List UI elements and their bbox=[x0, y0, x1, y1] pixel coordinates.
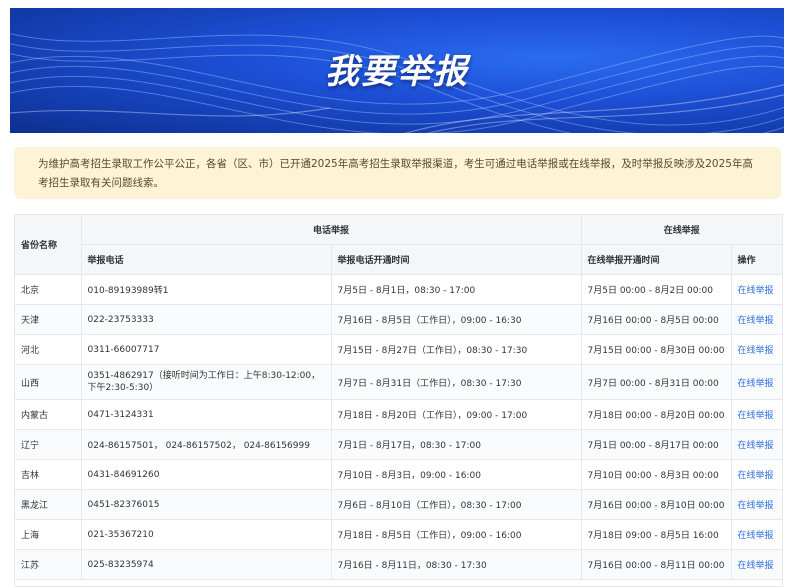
header-online-time: 在线举报开通时间 bbox=[581, 244, 732, 275]
online-report-link[interactable]: 在线举报 bbox=[738, 316, 774, 326]
cell-online-time: 7月18日 00:00 - 8月20日 00:00 bbox=[581, 399, 732, 430]
cell-phone: 024-86157501， 024-86157502， 024-86156999 bbox=[81, 429, 332, 460]
online-report-link[interactable]: 在线举报 bbox=[738, 346, 774, 356]
cell-province: 天津 bbox=[15, 304, 82, 335]
cell-phone-time: 7月18日 - 8月5日（工作日），09:00 - 16:00 bbox=[331, 519, 582, 550]
table-row: 黑龙江 0451-82376015 7月6日 - 8月10日（工作日），08:3… bbox=[15, 489, 782, 520]
header-online-group: 在线举报 bbox=[581, 215, 782, 245]
online-report-link[interactable]: 在线举报 bbox=[738, 531, 774, 541]
online-report-link[interactable]: 在线举报 bbox=[738, 411, 774, 421]
online-report-link[interactable]: 在线举报 bbox=[738, 441, 774, 451]
banner-title: 我要举报 bbox=[325, 52, 469, 92]
cell-online-time: 7月7日 00:00 - 8月31日 00:00 bbox=[581, 364, 732, 400]
cell-phone: 025-83235974 bbox=[81, 549, 332, 580]
cell-phone-time: 7月10日 - 8月3日，09:00 - 16:00 bbox=[331, 459, 582, 490]
cell-phone: 010-89193989转1 bbox=[81, 274, 332, 305]
report-table: 省份名称 电话举报 在线举报 举报电话 举报电话开通时间 在线举报开通时间 操作… bbox=[15, 215, 782, 580]
cell-online-time: 7月1日 00:00 - 8月17日 00:00 bbox=[581, 429, 732, 460]
cell-phone: 0311-66007717 bbox=[81, 334, 332, 365]
cell-phone: 021-35367210 bbox=[81, 519, 332, 550]
cell-phone: 0451-82376015 bbox=[81, 489, 332, 520]
cell-province: 辽宁 bbox=[15, 429, 82, 460]
online-report-link[interactable]: 在线举报 bbox=[738, 471, 774, 481]
table-subheader-row: 举报电话 举报电话开通时间 在线举报开通时间 操作 bbox=[15, 244, 782, 275]
cell-phone-time: 7月1日 - 8月17日，08:30 - 17:00 bbox=[331, 429, 582, 460]
header-phone-group: 电话举报 bbox=[81, 215, 582, 245]
cell-phone: 0351-4862917（接听时间为工作日：上午8:30-12:00，下午2:3… bbox=[81, 364, 332, 400]
cell-province: 黑龙江 bbox=[15, 489, 82, 520]
cell-online-time: 7月16日 00:00 - 8月11日 00:00 bbox=[581, 549, 732, 580]
table-row: 北京 010-89193989转1 7月5日 - 8月1日，08:30 - 17… bbox=[15, 274, 782, 305]
cell-phone-time: 7月5日 - 8月1日，08:30 - 17:00 bbox=[331, 274, 582, 305]
cell-phone: 0431-84691260 bbox=[81, 459, 332, 490]
table-header-row: 省份名称 电话举报 在线举报 bbox=[15, 215, 782, 275]
online-report-link[interactable]: 在线举报 bbox=[738, 501, 774, 511]
header-action: 操作 bbox=[731, 244, 782, 275]
cell-province: 山西 bbox=[15, 364, 82, 400]
table-row: 上海 021-35367210 7月18日 - 8月5日（工作日），09:00 … bbox=[15, 519, 782, 550]
table-row: 辽宁 024-86157501， 024-86157502， 024-86156… bbox=[15, 429, 782, 460]
online-report-link[interactable]: 在线举报 bbox=[738, 561, 774, 571]
cell-phone-time: 7月7日 - 8月31日（工作日），08:30 - 17:30 bbox=[331, 364, 582, 400]
banner: 我要举报 bbox=[10, 8, 784, 133]
cell-phone-time: 7月16日 - 8月11日，08:30 - 17:30 bbox=[331, 549, 582, 580]
cell-phone: 022-23753333 bbox=[81, 304, 332, 335]
table-row: 天津 022-23753333 7月16日 - 8月5日（工作日），09:00 … bbox=[15, 304, 782, 335]
cell-phone-time: 7月15日 - 8月27日（工作日），08:30 - 17:30 bbox=[331, 334, 582, 365]
header-phone: 举报电话 bbox=[81, 244, 332, 275]
cell-phone: 0471-3124331 bbox=[81, 399, 332, 430]
report-table-container[interactable]: 省份名称 电话举报 在线举报 举报电话 举报电话开通时间 在线举报开通时间 操作… bbox=[14, 214, 783, 587]
online-report-link[interactable]: 在线举报 bbox=[738, 379, 774, 389]
cell-phone-time: 7月18日 - 8月20日（工作日），09:00 - 17:00 bbox=[331, 399, 582, 430]
notice-box: 为维护高考招生录取工作公平公正，各省（区、市）已开通2025年高考招生录取举报渠… bbox=[14, 147, 781, 199]
notice-text: 为维护高考招生录取工作公平公正，各省（区、市）已开通2025年高考招生录取举报渠… bbox=[38, 158, 753, 189]
cell-online-time: 7月16日 00:00 - 8月10日 00:00 bbox=[581, 489, 732, 520]
cell-province: 河北 bbox=[15, 334, 82, 365]
table-row: 江苏 025-83235974 7月16日 - 8月11日，08:30 - 17… bbox=[15, 549, 782, 580]
cell-online-time: 7月5日 00:00 - 8月2日 00:00 bbox=[581, 274, 732, 305]
cell-province: 内蒙古 bbox=[15, 399, 82, 430]
table-row: 内蒙古 0471-3124331 7月18日 - 8月20日（工作日），09:0… bbox=[15, 399, 782, 430]
table-row: 山西 0351-4862917（接听时间为工作日：上午8:30-12:00，下午… bbox=[15, 364, 782, 400]
cell-online-time: 7月10日 00:00 - 8月3日 00:00 bbox=[581, 459, 732, 490]
cell-province: 上海 bbox=[15, 519, 82, 550]
cell-province: 北京 bbox=[15, 274, 82, 305]
cell-phone-time: 7月6日 - 8月10日（工作日），08:30 - 17:00 bbox=[331, 489, 582, 520]
cell-phone-time: 7月16日 - 8月5日（工作日），09:00 - 16:30 bbox=[331, 304, 582, 335]
cell-province: 江苏 bbox=[15, 549, 82, 580]
online-report-link[interactable]: 在线举报 bbox=[738, 286, 774, 296]
table-row: 吉林 0431-84691260 7月10日 - 8月3日，09:00 - 16… bbox=[15, 459, 782, 490]
cell-online-time: 7月15日 00:00 - 8月30日 00:00 bbox=[581, 334, 732, 365]
cell-online-time: 7月18日 09:00 - 8月5日 16:00 bbox=[581, 519, 732, 550]
header-phone-time: 举报电话开通时间 bbox=[331, 244, 582, 275]
table-row: 河北 0311-66007717 7月15日 - 8月27日（工作日），08:3… bbox=[15, 334, 782, 365]
cell-online-time: 7月16日 00:00 - 8月5日 00:00 bbox=[581, 304, 732, 335]
cell-province: 吉林 bbox=[15, 459, 82, 490]
header-province: 省份名称 bbox=[15, 215, 82, 275]
